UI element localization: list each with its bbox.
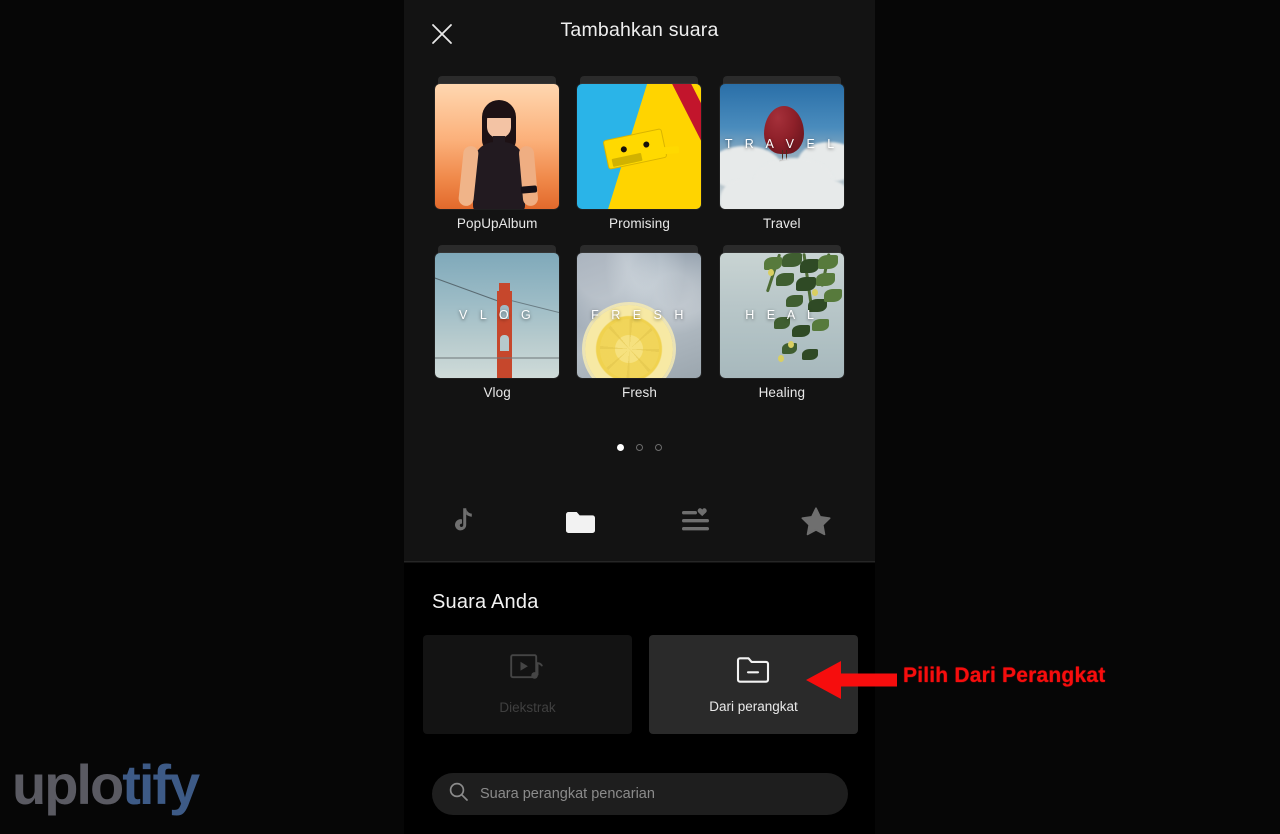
sound-card-fresh[interactable]: F R E S H Fresh	[568, 245, 710, 400]
tab-tiktok-sounds[interactable]	[404, 496, 522, 552]
sheet-header: Tambahkan suara	[404, 0, 875, 66]
sound-thumbnail-grid: PopUpAlbum Promising T R A V E L Travel …	[404, 76, 875, 400]
thumbnail-image[interactable]	[577, 84, 702, 209]
sound-card-label: Travel	[763, 216, 801, 231]
sound-card-healing[interactable]: H E A L Healing	[711, 245, 853, 400]
thumbnail-stack[interactable]: H E A L	[719, 245, 844, 378]
tab-folder[interactable]	[522, 496, 640, 552]
tab-playlist-favorites[interactable]	[640, 496, 758, 552]
thumbnail-stack[interactable]: F R E S H	[577, 245, 702, 378]
sound-card-label: Vlog	[483, 385, 511, 400]
sound-source-buttons: Diekstrak Dari perangkat	[423, 635, 858, 734]
tab-favorites-star[interactable]	[757, 496, 875, 552]
thumbnail-image[interactable]: H E A L	[719, 253, 844, 378]
watermark-part-b: tify	[122, 753, 200, 816]
thumbnail-stack[interactable]: V L O G	[435, 245, 560, 378]
thumbnail-stack[interactable]	[577, 76, 702, 209]
sound-card-label: Healing	[758, 385, 806, 400]
thumbnail-stack[interactable]: T R A V E L	[719, 76, 844, 209]
search-icon	[449, 782, 468, 806]
sound-card-popupalbum[interactable]: PopUpAlbum	[426, 76, 568, 231]
tiktok-note-icon	[449, 507, 476, 542]
extract-video-music-icon	[509, 654, 546, 691]
from-device-label: Dari perangkat	[709, 699, 798, 714]
watermark-logo: uplotify	[12, 752, 200, 817]
section-title-your-sound: Suara Anda	[432, 591, 539, 613]
pager-dot-1[interactable]	[617, 444, 624, 451]
extract-sound-label: Diekstrak	[499, 700, 556, 715]
pager-dot-3[interactable]	[655, 444, 662, 451]
folder-icon	[565, 509, 596, 540]
carousel-pager	[404, 444, 875, 451]
playlist-heart-icon	[682, 508, 714, 540]
thumbnail-image[interactable]	[435, 84, 560, 209]
thumbnail-image[interactable]: T R A V E L	[719, 84, 844, 209]
pager-dot-2[interactable]	[636, 444, 643, 451]
thumbnail-overlay-text: T R A V E L	[724, 137, 839, 151]
sound-card-label: Promising	[609, 216, 670, 231]
sound-card-label: Fresh	[621, 385, 657, 400]
sound-card-label: PopUpAlbum	[456, 216, 538, 231]
thumbnail-overlay-text: V L O G	[459, 308, 536, 322]
artwork-popupalbum	[435, 84, 560, 209]
thumbnail-image[interactable]: V L O G	[435, 253, 560, 378]
sound-source-tabbar	[404, 496, 875, 552]
search-input[interactable]: Suara perangkat pencarian	[432, 773, 848, 815]
star-icon	[801, 507, 831, 541]
extract-sound-button[interactable]: Diekstrak	[423, 635, 632, 734]
sound-card-vlog[interactable]: V L O G Vlog	[426, 245, 568, 400]
thumbnail-stack[interactable]	[435, 76, 560, 209]
arrow-left-icon	[805, 660, 897, 705]
page-title: Tambahkan suara	[560, 19, 719, 41]
sound-card-promising[interactable]: Promising	[568, 76, 710, 231]
watermark-part-a: uplo	[12, 753, 124, 816]
annotation-label: Pilih Dari Perangkat	[903, 664, 1106, 687]
sound-card-travel[interactable]: T R A V E L Travel	[711, 76, 853, 231]
screenshot-root: Tambahkan suara PopUpAlbum Promising T R…	[0, 0, 1280, 834]
folder-minus-icon	[736, 655, 772, 690]
artwork-promising	[577, 84, 702, 209]
thumbnail-image[interactable]: F R E S H	[577, 253, 702, 378]
search-placeholder: Suara perangkat pencarian	[480, 786, 655, 802]
thumbnail-overlay-text: F R E S H	[591, 308, 688, 322]
thumbnail-overlay-text: H E A L	[745, 308, 819, 322]
phone-screen: Tambahkan suara PopUpAlbum Promising T R…	[404, 0, 875, 834]
add-sound-sheet: Tambahkan suara PopUpAlbum Promising T R…	[404, 0, 875, 562]
